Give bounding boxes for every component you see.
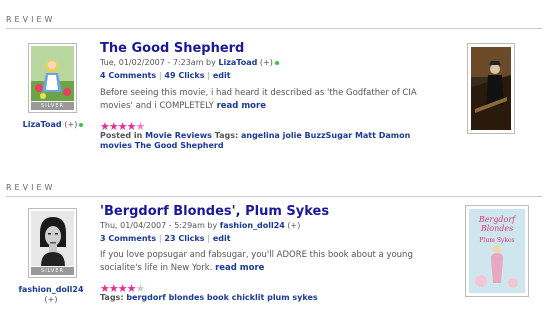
user-link[interactable]: fashion_doll24 (+)	[16, 285, 86, 305]
avatar-image	[31, 46, 74, 101]
cover-word: Sykes	[496, 237, 515, 244]
tags-prefix: Tags:	[100, 293, 124, 302]
review-date: Tue, 01/02/2007 - 7:23am	[100, 58, 204, 67]
book-cover-image: Bergdorf Blondes Plum Sykes	[469, 209, 525, 293]
user-avatar[interactable]: SILVER	[28, 43, 77, 113]
review-title[interactable]: 'Bergdorf Blondes', Plum Sykes	[100, 204, 329, 219]
movie-thumbnail[interactable]	[467, 43, 515, 134]
review-body: Before seeing this movie, i had heard it…	[100, 87, 445, 113]
author-link[interactable]: fashion_doll24	[220, 221, 285, 230]
online-status-icon	[274, 60, 279, 65]
avatar-image	[31, 211, 74, 266]
book-cover-author: Plum Sykes	[469, 237, 525, 244]
comments-link[interactable]: 3 Comments	[100, 234, 156, 243]
section-label: REVIEW	[6, 183, 56, 192]
review-tags: Tags: bergdorf blondes book chicklit plu…	[100, 293, 430, 303]
cover-word: Plum	[479, 237, 495, 244]
user-avatar[interactable]: SILVER	[28, 208, 77, 278]
read-more-link[interactable]: read more	[215, 263, 264, 273]
by-label: by	[207, 221, 218, 230]
section-divider	[6, 28, 542, 29]
movie-poster-image	[471, 47, 511, 130]
section-label: REVIEW	[6, 15, 56, 24]
user-name[interactable]: fashion_doll24	[16, 285, 86, 295]
review-title[interactable]: The Good Shepherd	[100, 41, 244, 56]
rank-badge: SILVER	[31, 267, 74, 275]
edit-link[interactable]: edit	[213, 71, 231, 80]
clicks-link[interactable]: 23 Clicks	[164, 234, 204, 243]
author-plus[interactable]: (+)	[260, 58, 273, 67]
section-divider	[6, 196, 542, 197]
clicks-link[interactable]: 49 Clicks	[164, 71, 204, 80]
tags-prefix: Tags:	[214, 131, 239, 140]
tags-list[interactable]: bergdorf blondes book chicklit plum syke…	[126, 293, 317, 302]
review-meta: Tue, 01/02/2007 - 7:23am by LizaToad (+)	[100, 58, 279, 67]
user-plus[interactable]: (+)	[16, 295, 86, 305]
separator: |	[158, 234, 162, 243]
read-more-link[interactable]: read more	[217, 101, 266, 111]
separator: |	[207, 234, 211, 243]
review-tags: Posted in Movie Reviews Tags: angelina j…	[100, 131, 430, 151]
user-name[interactable]: LizaToad	[23, 120, 62, 129]
category-link[interactable]: Movie Reviews	[145, 131, 212, 140]
author-link[interactable]: LizaToad	[218, 58, 257, 67]
rank-badge: SILVER	[31, 102, 74, 110]
book-thumbnail[interactable]: Bergdorf Blondes Plum Sykes	[465, 205, 529, 297]
user-link[interactable]: LizaToad (+)	[18, 120, 88, 129]
review-meta: Thu, 01/04/2007 - 5:29am by fashion_doll…	[100, 221, 300, 230]
separator: |	[207, 71, 211, 80]
online-status-icon	[79, 122, 84, 127]
comments-link[interactable]: 4 Comments	[100, 71, 156, 80]
edit-link[interactable]: edit	[213, 234, 231, 243]
cover-word: Blondes	[480, 224, 514, 233]
cover-word: Bergdorf	[478, 215, 516, 224]
author-plus[interactable]: (+)	[287, 221, 300, 230]
review-links: 4 Comments | 49 Clicks | edit	[100, 71, 231, 80]
review-body: If you love popsugar and fabsugar, you'l…	[100, 249, 445, 275]
user-plus[interactable]: (+)	[64, 120, 77, 129]
book-cover-title: Bergdorf Blondes	[469, 215, 525, 233]
separator: |	[158, 71, 162, 80]
review-links: 3 Comments | 23 Clicks | edit	[100, 234, 231, 243]
review-date: Thu, 01/04/2007 - 5:29am	[100, 221, 205, 230]
by-label: by	[206, 58, 216, 67]
posted-prefix: Posted in	[100, 131, 143, 140]
